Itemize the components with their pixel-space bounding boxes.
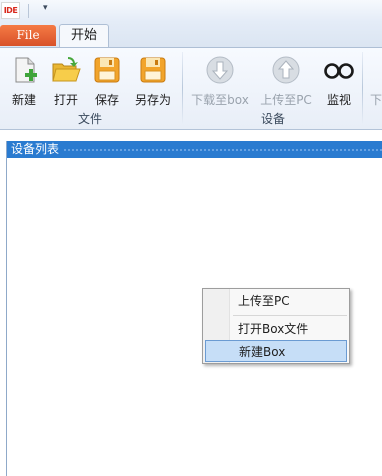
group-separator — [182, 52, 183, 124]
menu-item-label: 上传至PC — [238, 294, 290, 308]
quick-access-dropdown-icon[interactable]: ▾ — [43, 3, 48, 13]
new-button[interactable]: 新建 — [4, 51, 44, 107]
save-as-disk-icon — [140, 57, 166, 83]
monitor-button-label: 监视 — [326, 93, 351, 107]
upload-to-pc-label: 上传至PC — [260, 93, 312, 107]
overflow-label: 下 — [370, 93, 382, 107]
menu-separator — [233, 315, 347, 316]
app-logo: IDE — [1, 2, 20, 19]
save-button-label: 保存 — [94, 93, 119, 107]
save-as-button-label: 另存为 — [134, 93, 171, 107]
new-button-label: 新建 — [11, 93, 36, 107]
title-bar: IDE ▾ — [0, 0, 382, 23]
panel-header: 设备列表 — [7, 141, 382, 158]
group-label-device: 设备 — [260, 112, 285, 126]
menu-item-upload-to-pc[interactable]: 上传至PC — [205, 290, 347, 312]
panel-title: 设备列表 — [11, 142, 60, 156]
group-separator — [362, 52, 363, 124]
menu-item-label: 打开Box文件 — [238, 322, 309, 336]
menu-item-open-box-file[interactable]: 打开Box文件 — [205, 318, 347, 340]
upload-arrow-icon — [272, 56, 300, 84]
upload-to-pc-button[interactable]: 上传至PC — [256, 51, 316, 107]
open-folder-icon — [52, 57, 81, 82]
open-button-label: 打开 — [53, 93, 78, 107]
new-document-icon — [15, 57, 37, 83]
overflow-button[interactable]: 下 — [370, 51, 382, 107]
open-button[interactable]: 打开 — [48, 51, 84, 107]
tab-file[interactable]: File — [0, 25, 56, 46]
group-label-file: 文件 — [77, 112, 102, 126]
save-button[interactable]: 保存 — [88, 51, 126, 107]
context-menu: 上传至PC 打开Box文件 新建Box — [202, 288, 350, 364]
download-to-box-button[interactable]: 下载至box — [188, 51, 252, 107]
ribbon-tabs: File 开始 — [0, 22, 382, 49]
monitor-button[interactable]: 监视 — [320, 51, 358, 107]
quick-access-divider — [28, 4, 29, 18]
menu-item-new-box[interactable]: 新建Box — [205, 340, 347, 362]
save-as-button[interactable]: 另存为 — [130, 51, 176, 107]
download-arrow-icon — [206, 56, 234, 84]
panel-header-grip[interactable] — [63, 148, 382, 152]
glasses-icon — [324, 63, 354, 79]
save-disk-icon — [94, 57, 120, 83]
tab-home[interactable]: 开始 — [59, 24, 109, 49]
ribbon: 新建 打开 保存 另存为 文件 下载至box 上传至PC 监视 设备 下 — [0, 47, 382, 130]
download-to-box-label: 下载至box — [191, 93, 249, 107]
menu-item-label: 新建Box — [239, 345, 286, 359]
